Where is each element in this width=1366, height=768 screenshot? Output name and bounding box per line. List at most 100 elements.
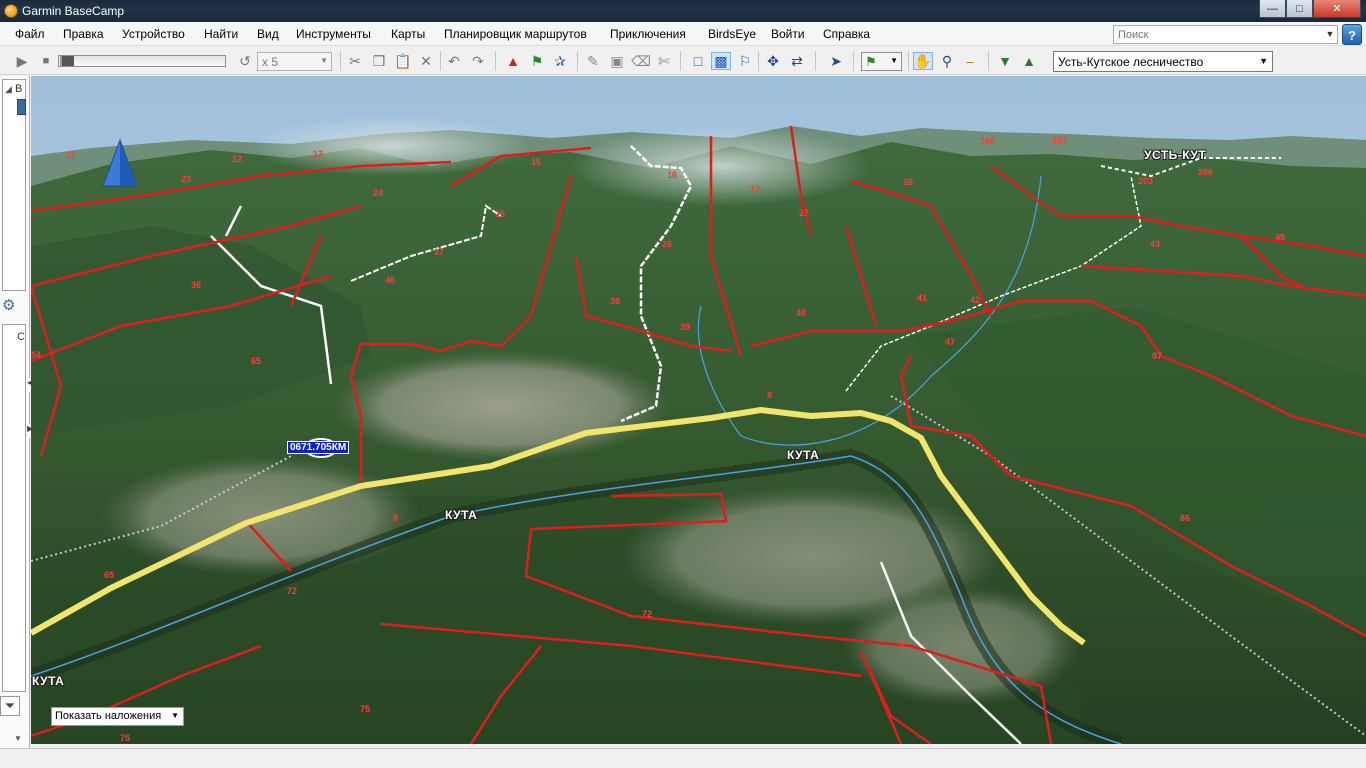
scroll-down-icon[interactable]: ▼ [14, 734, 22, 743]
toolbar-separator [988, 51, 989, 71]
playback-slider[interactable] [58, 55, 226, 67]
slider-thumb[interactable] [60, 56, 74, 66]
toolbar-separator [908, 51, 909, 71]
parcel-number: 12 [232, 154, 243, 164]
new-track-icon[interactable]: ✰ [550, 52, 570, 70]
garmin-app-icon [4, 4, 18, 18]
toolbar-separator [440, 51, 441, 71]
library-panel: ◢ B ⚙ C ⏷ ▼ [0, 76, 30, 748]
pencil-icon[interactable]: ✎ [583, 52, 603, 70]
parcel-number: 203 [1138, 176, 1154, 186]
layer-select[interactable]: ⚑ ▼ [861, 52, 902, 71]
profile-icon[interactable]: ⚐ [735, 52, 755, 70]
parcel-number: 187 [1052, 135, 1068, 145]
pan-hand-icon[interactable]: ✋ [913, 52, 933, 70]
new-waypoint-icon[interactable]: ▲ [503, 52, 523, 70]
parcel-number: 87 [1152, 351, 1163, 361]
parcel-number: 8 [393, 513, 399, 523]
send-icon[interactable]: ➤ [826, 52, 846, 70]
2d-view-icon[interactable]: □ [688, 52, 708, 70]
zoom-icon[interactable]: ⚲ [937, 52, 957, 70]
menu-view[interactable]: Вид [257, 27, 279, 41]
menu-edit[interactable]: Правка [63, 27, 104, 41]
map-product-select[interactable]: Усть-Кутское лесничество ▼ [1053, 51, 1273, 72]
menu-device[interactable]: Устройство [122, 27, 185, 41]
library-tree[interactable]: ◢ B [2, 79, 26, 291]
parcel-number: 16 [667, 170, 678, 180]
stop-icon[interactable]: ■ [36, 52, 56, 70]
3d-view-icon[interactable]: ▩ [711, 52, 731, 70]
receive-from-device-icon[interactable]: ▼ [995, 52, 1015, 70]
undo-playback-icon[interactable]: ↺ [235, 52, 255, 70]
copy-icon[interactable]: ❐ [369, 52, 389, 70]
send-to-device-icon[interactable]: ▲ [1019, 52, 1039, 70]
menu-sign-in[interactable]: Войти [771, 27, 805, 41]
redo-icon[interactable]: ↷ [468, 52, 488, 70]
waypoint-label[interactable]: 0671.705КМ [287, 441, 350, 454]
menu-route-planner[interactable]: Планировщик маршрутов [444, 27, 587, 41]
parcel-number: 39 [680, 322, 691, 332]
list-pane[interactable]: C [2, 324, 26, 692]
parcel-number: 15 [531, 157, 542, 167]
parcel-number: 206 [1198, 167, 1214, 177]
settings-gear-icon[interactable]: ⚙ [2, 296, 15, 314]
parcel-number: 17 [750, 184, 761, 194]
sync-icon[interactable]: ⇄ [787, 52, 807, 70]
maximize-button[interactable]: □ [1286, 0, 1313, 18]
parcel-number: 25 [495, 209, 506, 219]
menu-maps[interactable]: Карты [391, 27, 425, 41]
status-bar [0, 748, 1366, 768]
window-title: Garmin BaseCamp [22, 4, 125, 18]
valley-haze [251, 116, 531, 176]
parcel-number: 27 [799, 208, 810, 218]
map-3d-view[interactable]: 11 12 13 15 16 17 186 187 23 24 25 26 27… [31, 76, 1366, 744]
parcel-number: 43 [1150, 239, 1161, 249]
parcel-number: 11 [66, 150, 76, 160]
parcel-number: 72 [642, 609, 653, 619]
filter-icon[interactable]: ⏷ [0, 696, 20, 716]
delete-icon[interactable]: ✕ [416, 52, 436, 70]
measure-ruler-icon[interactable]: ⎯ [960, 52, 980, 70]
menu-help[interactable]: Справка [823, 27, 870, 41]
undo-icon[interactable]: ↶ [444, 52, 464, 70]
menu-birdseye[interactable]: BirdsEye [708, 27, 756, 41]
parcel-number: 75 [120, 733, 131, 743]
chevron-down-icon: ▼ [1259, 56, 1268, 66]
parcel-number: 75 [360, 704, 371, 714]
paste-icon[interactable]: 📋 [393, 52, 413, 70]
search-dropdown-icon[interactable]: ▼ [1324, 27, 1336, 42]
parcel-number: 0 [899, 640, 905, 650]
cut-icon[interactable]: ✂ [345, 52, 365, 70]
expand-arrow-icon[interactable]: ◢ [5, 84, 12, 95]
menu-find[interactable]: Найти [204, 27, 238, 41]
fit-map-icon[interactable]: ✥ [763, 52, 783, 70]
divide-icon[interactable]: ✄ [654, 52, 674, 70]
list-pane-label: C [17, 331, 25, 343]
clearing [331, 351, 671, 461]
search-input[interactable] [1113, 25, 1338, 44]
new-route-icon[interactable]: ⚑ [527, 52, 547, 70]
terrain-canvas[interactable] [31, 76, 1366, 744]
valley-haze [571, 126, 871, 206]
playback-speed-select[interactable]: x 5 ▼ [257, 52, 332, 71]
show-overlays-select[interactable]: Показать наложения ▼ [51, 707, 184, 726]
device-icon[interactable] [17, 99, 26, 115]
minimize-button[interactable]: — [1259, 0, 1286, 18]
library-item-label: B [15, 83, 23, 95]
help-icon[interactable]: ? [1342, 24, 1362, 45]
menu-file[interactable]: Файл [15, 27, 45, 41]
playback-speed-value: x 5 [262, 55, 279, 69]
layer-icon: ⚑ [865, 54, 877, 69]
parcel-number: 42 [970, 295, 981, 305]
title-bar: Garmin BaseCamp — □ ✕ [0, 0, 1366, 22]
eraser-icon[interactable]: ⌫ [631, 52, 651, 70]
select-icon[interactable]: ▣ [607, 52, 627, 70]
close-button[interactable]: ✕ [1313, 0, 1361, 18]
menu-adventures[interactable]: Приключения [610, 27, 686, 41]
parcel-number: 47 [945, 337, 956, 347]
play-icon[interactable]: ▶ [12, 52, 32, 70]
parcel-number: 40 [796, 308, 807, 318]
map-product-value: Усть-Кутское лесничество [1058, 55, 1204, 69]
parcel-number: 72 [287, 586, 298, 596]
menu-tools[interactable]: Инструменты [296, 27, 371, 41]
